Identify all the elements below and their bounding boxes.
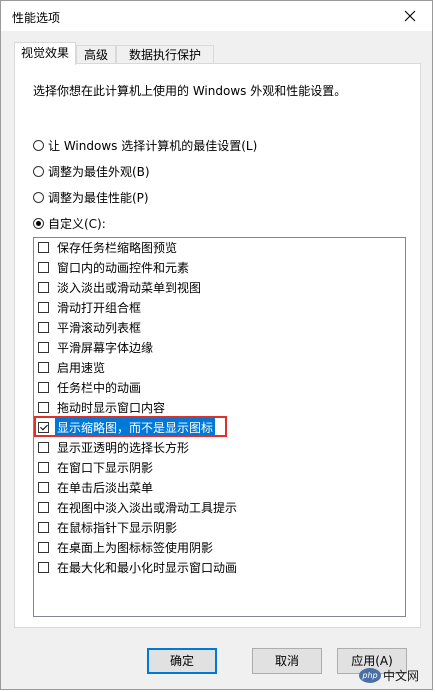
radio-best-performance[interactable]: 调整为最佳性能(P) xyxy=(33,189,149,205)
checkbox[interactable] xyxy=(38,441,49,453)
performance-options-window: 性能选项 视觉效果 高级 数据执行保护 选择你想在此计算机上使用的 Window… xyxy=(0,0,433,690)
watermark: php 中文网 xyxy=(359,665,427,685)
tab-visual-effects[interactable]: 视觉效果 xyxy=(14,42,76,65)
list-item[interactable]: 在窗口下显示阴影 xyxy=(38,458,155,476)
list-item[interactable]: 在视图中淡入淡出或滑动工具提示 xyxy=(38,498,239,516)
title-bar: 性能选项 xyxy=(1,1,432,31)
list-item[interactable]: 在单击后淡出菜单 xyxy=(38,478,155,496)
radio-best-appearance[interactable]: 调整为最佳外观(B) xyxy=(33,163,150,179)
list-item[interactable]: 滑动打开组合框 xyxy=(38,298,143,316)
visual-effects-panel: 选择你想在此计算机上使用的 Windows 外观和性能设置。 让 Windows… xyxy=(14,63,421,628)
list-item[interactable]: 平滑滚动列表框 xyxy=(38,318,143,336)
list-item[interactable]: 保存任务栏缩略图预览 xyxy=(38,238,179,256)
checkbox[interactable] xyxy=(38,481,49,493)
list-item[interactable]: 平滑屏幕字体边缘 xyxy=(38,338,155,356)
close-button[interactable] xyxy=(388,1,432,31)
checkbox[interactable] xyxy=(38,301,49,313)
radio-circle xyxy=(33,139,44,151)
list-item[interactable]: 在鼠标指针下显示阴影 xyxy=(38,518,179,536)
list-item[interactable]: 窗口内的动画控件和元素 xyxy=(38,258,191,276)
close-icon xyxy=(404,10,416,22)
radio-circle-selected xyxy=(33,217,44,229)
radio-label: 调整为最佳外观(B) xyxy=(48,164,150,179)
radio-label: 让 Windows 选择计算机的最佳设置(L) xyxy=(48,138,258,153)
radio-circle xyxy=(33,191,44,203)
checkbox[interactable] xyxy=(38,261,49,273)
checkbox[interactable] xyxy=(38,321,49,333)
tab-data-execution-prevention[interactable]: 数据执行保护 xyxy=(116,45,214,63)
list-item[interactable]: 启用速览 xyxy=(38,358,107,376)
checkbox[interactable] xyxy=(38,501,49,513)
checkbox[interactable] xyxy=(38,341,49,353)
list-item[interactable]: 拖动时显示窗口内容 xyxy=(38,398,167,416)
list-item[interactable]: 淡入淡出或滑动菜单到视图 xyxy=(38,278,203,296)
cancel-button[interactable]: 取消 xyxy=(252,648,322,674)
radio-let-windows-choose[interactable]: 让 Windows 选择计算机的最佳设置(L) xyxy=(33,137,257,153)
checkbox[interactable] xyxy=(38,461,49,473)
tab-advanced[interactable]: 高级 xyxy=(76,45,116,63)
list-item[interactable]: 在最大化和最小化时显示窗口动画 xyxy=(38,558,239,576)
checkbox[interactable] xyxy=(38,281,49,293)
radio-label: 自定义(C): xyxy=(48,216,106,231)
php-logo-icon: php xyxy=(359,667,381,683)
list-item[interactable]: 显示亚透明的选择长方形 xyxy=(38,438,191,456)
list-item-selected[interactable]: 显示缩略图，而不是显示图标 xyxy=(34,416,227,437)
checkbox[interactable] xyxy=(38,561,49,573)
radio-label: 调整为最佳性能(P) xyxy=(48,190,149,205)
window-title: 性能选项 xyxy=(12,11,61,25)
checkbox[interactable] xyxy=(38,241,49,253)
checkbox[interactable] xyxy=(38,361,49,373)
checkbox[interactable] xyxy=(38,381,49,393)
visual-effects-list[interactable]: 保存任务栏缩略图预览 窗口内的动画控件和元素 淡入淡出或滑动菜单到视图 滑动打开… xyxy=(33,237,406,617)
watermark-text: 中文网 xyxy=(383,668,420,683)
list-item[interactable]: 在桌面上为图标标签使用阴影 xyxy=(38,538,215,556)
ok-button[interactable]: 确定 xyxy=(147,648,217,674)
description-text: 选择你想在此计算机上使用的 Windows 外观和性能设置。 xyxy=(33,84,347,98)
checkbox-checked[interactable] xyxy=(38,421,49,433)
list-item[interactable]: 任务栏中的动画 xyxy=(38,378,143,396)
checkbox[interactable] xyxy=(38,521,49,533)
radio-circle xyxy=(33,165,44,177)
checkbox[interactable] xyxy=(38,401,49,413)
checkbox[interactable] xyxy=(38,541,49,553)
radio-custom[interactable]: 自定义(C): xyxy=(33,215,106,231)
